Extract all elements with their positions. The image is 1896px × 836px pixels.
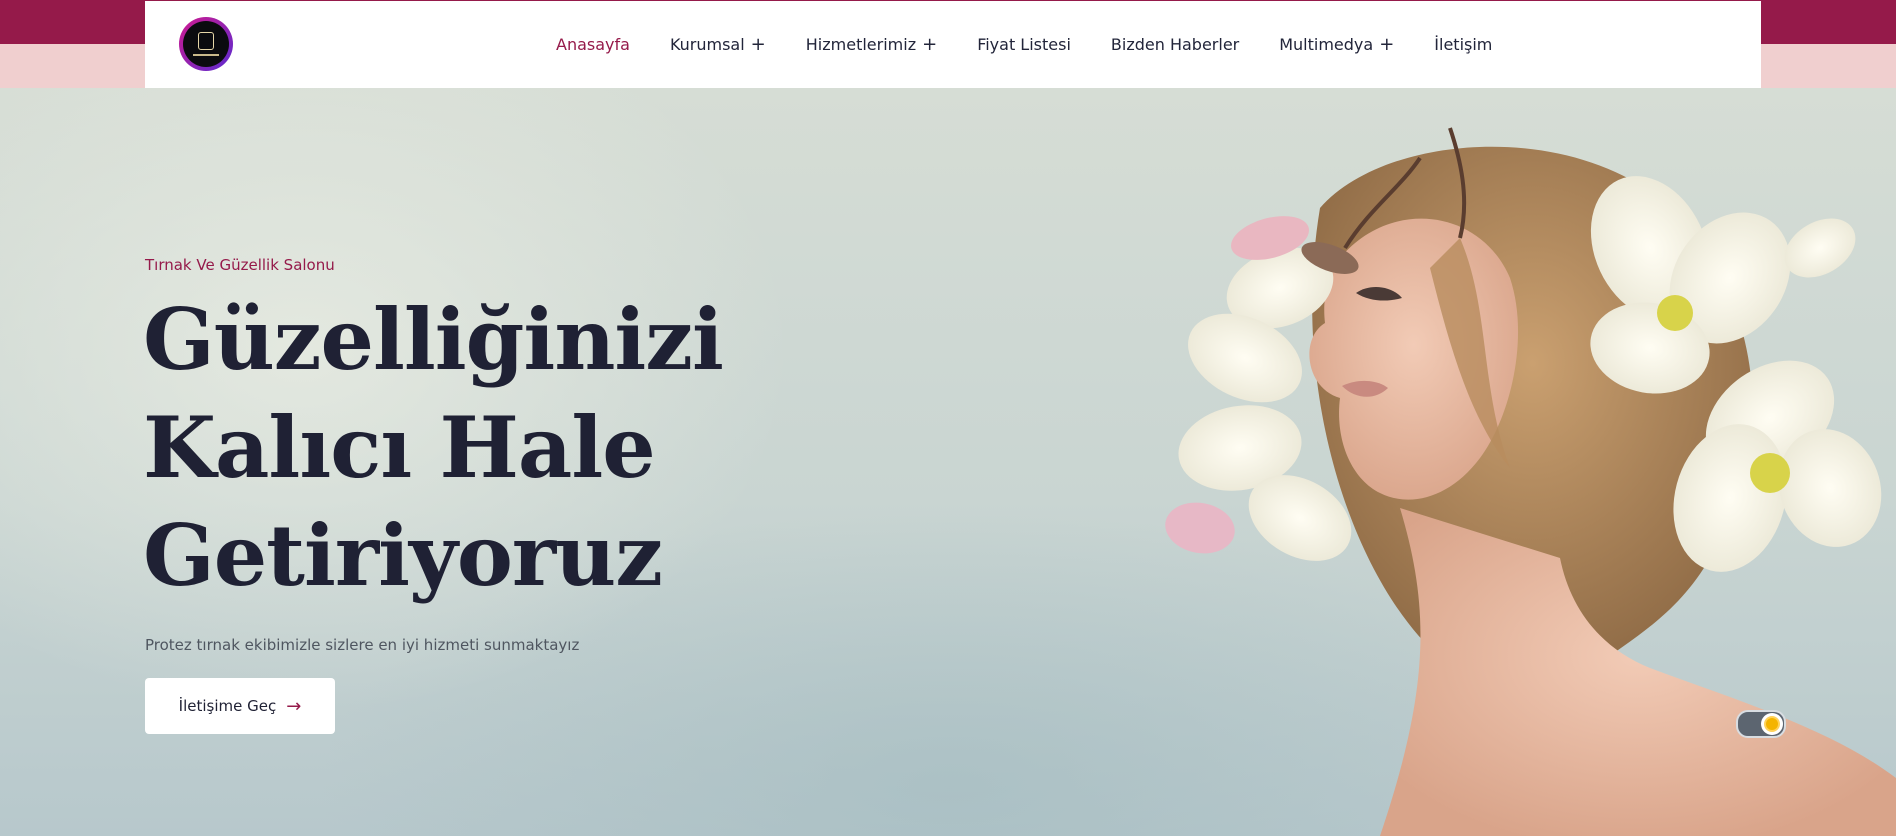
contact-button-label: İletişime Geç — [178, 697, 277, 715]
nav-item-anasayfa[interactable]: Anasayfa — [556, 35, 630, 54]
arrow-right-icon: → — [286, 695, 302, 717]
contact-button[interactable]: İletişime Geç → — [145, 678, 335, 734]
plus-icon: + — [1379, 33, 1395, 55]
logo-emblem — [183, 21, 229, 67]
nav-item-multimedya[interactable]: Multimedya + — [1279, 35, 1394, 54]
plus-icon: + — [922, 33, 938, 55]
nav-label: Fiyat Listesi — [977, 35, 1071, 54]
hero-headline: Güzelliğinizi Kalıcı Hale Getiriyoruz — [143, 286, 763, 610]
hero-eyebrow: Tırnak Ve Güzellik Salonu — [145, 256, 335, 274]
nav-item-kurumsal[interactable]: Kurumsal + — [670, 35, 766, 54]
toggle-knob — [1761, 713, 1783, 735]
nav-item-hizmetlerimiz[interactable]: Hizmetlerimiz + — [806, 35, 937, 54]
headline-line: Güzelliğinizi — [143, 290, 724, 389]
nav-item-iletisim[interactable]: İletişim — [1434, 35, 1492, 54]
logo-glyph-icon — [198, 32, 214, 50]
sun-icon — [1766, 718, 1778, 730]
nav-item-fiyat-listesi[interactable]: Fiyat Listesi — [977, 35, 1071, 54]
nav-label: Hizmetlerimiz — [805, 35, 917, 54]
logo-wordmark — [193, 54, 219, 56]
brand-logo[interactable] — [179, 17, 233, 71]
main-nav: Anasayfa Kurumsal + Hizmetlerimiz + Fiya… — [556, 1, 1532, 88]
nav-label: İletişim — [1434, 35, 1493, 54]
hero-section: Tırnak Ve Güzellik Salonu Güzelliğinizi … — [0, 88, 1896, 836]
nav-label: Bizden Haberler — [1110, 35, 1240, 54]
theme-toggle[interactable] — [1736, 710, 1786, 738]
nav-label: Anasayfa — [556, 35, 630, 54]
nav-label: Multimedya — [1279, 35, 1374, 54]
headline-line: Getiriyoruz — [143, 506, 663, 605]
plus-icon: + — [750, 33, 766, 55]
nav-label: Kurumsal — [669, 35, 745, 54]
nav-item-bizden-haberler[interactable]: Bizden Haberler — [1111, 35, 1239, 54]
hero-subtext: Protez tırnak ekibimizle sizlere en iyi … — [145, 636, 580, 654]
headline-line: Kalıcı Hale — [143, 398, 656, 497]
site-header: Anasayfa Kurumsal + Hizmetlerimiz + Fiya… — [145, 1, 1761, 88]
